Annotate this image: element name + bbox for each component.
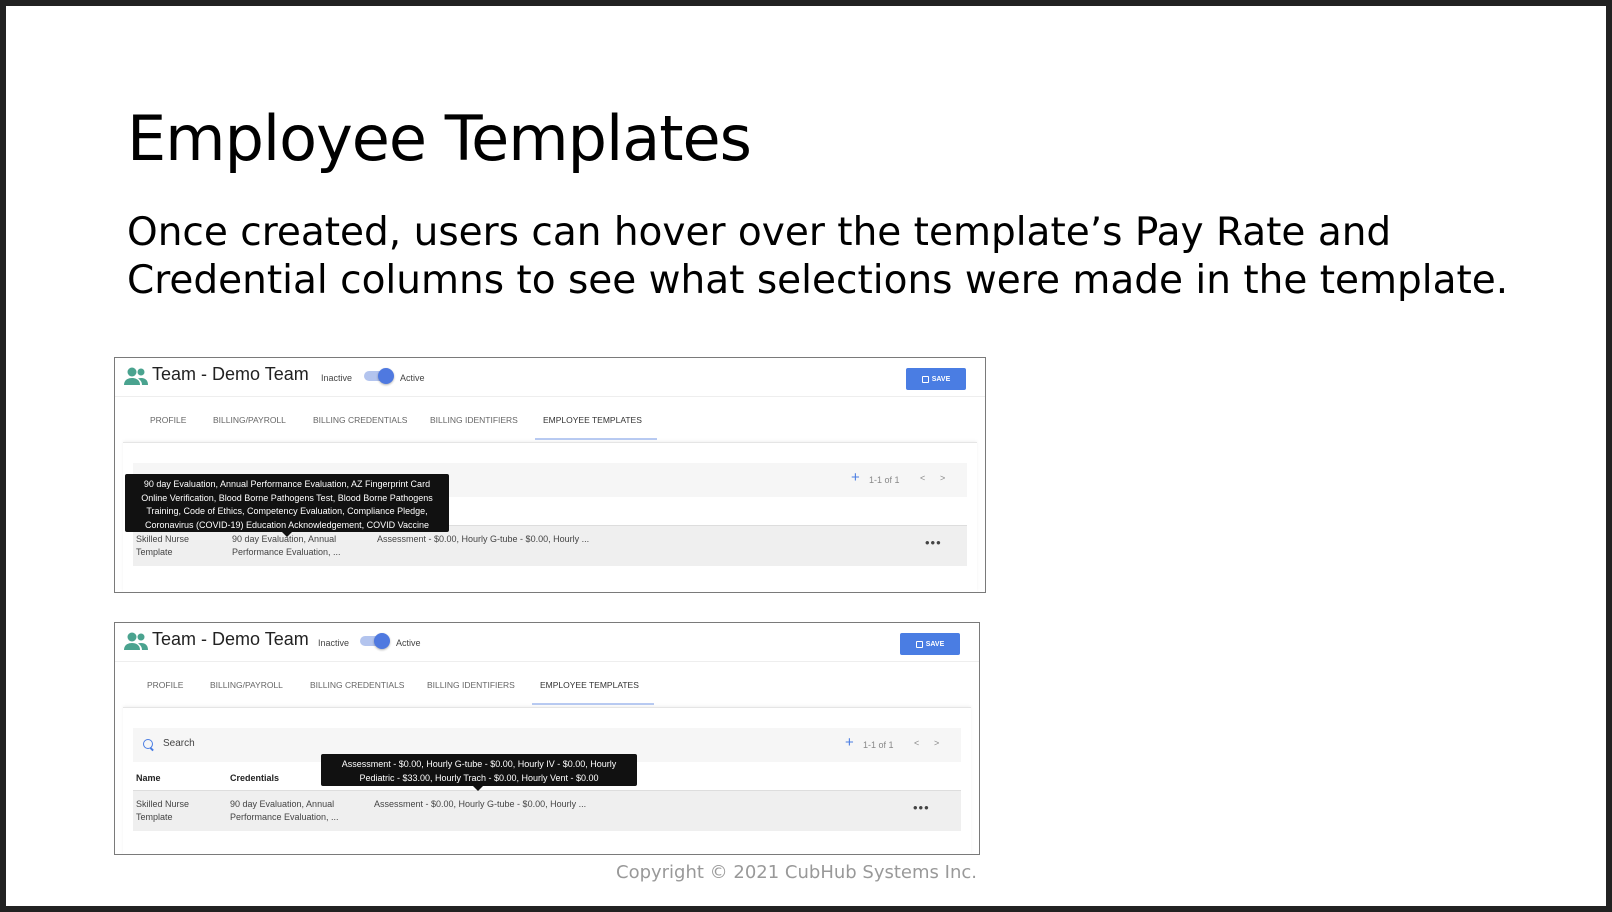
- save-button[interactable]: SAVE: [906, 368, 966, 390]
- tab-profile[interactable]: PROFILE: [150, 415, 186, 425]
- tab-employee-templates[interactable]: EMPLOYEE TEMPLATES: [543, 415, 642, 425]
- team-icon: [124, 367, 148, 385]
- save-button[interactable]: SAVE: [900, 633, 960, 655]
- tab-billing-credentials[interactable]: BILLING CREDENTIALS: [310, 680, 404, 690]
- screenshot-payrate-hover: Team - Demo Team Inactive Active SAVE PR…: [114, 622, 980, 855]
- next-page-button[interactable]: >: [940, 473, 945, 483]
- credentials-tooltip: 90 day Evaluation, Annual Performance Ev…: [125, 474, 449, 537]
- tab-billing-identifiers[interactable]: BILLING IDENTIFIERS: [430, 415, 518, 425]
- column-header-name: Name: [136, 773, 161, 783]
- tab-employee-templates[interactable]: EMPLOYEE TEMPLATES: [540, 680, 639, 690]
- tab-bar: PROFILE BILLING/PAYROLL BILLING CREDENTI…: [115, 661, 979, 705]
- next-page-button[interactable]: >: [934, 738, 939, 748]
- active-tab-indicator: [535, 438, 657, 440]
- row-pay-rates[interactable]: Assessment - $0.00, Hourly G-tube - $0.0…: [374, 798, 586, 811]
- pay-rate-tooltip: Assessment - $0.00, Hourly G-tube - $0.0…: [321, 754, 637, 791]
- row-name: Skilled Nurse Template: [136, 534, 190, 557]
- active-label: Active: [400, 373, 425, 383]
- screenshot-credentials-hover: Team - Demo Team Inactive Active SAVE PR…: [114, 357, 986, 593]
- add-icon[interactable]: +: [845, 734, 854, 751]
- tab-bar: PROFILE BILLING/PAYROLL BILLING CREDENTI…: [115, 396, 985, 440]
- tab-billing-payroll[interactable]: BILLING/PAYROLL: [213, 415, 286, 425]
- inactive-label: Inactive: [318, 638, 350, 648]
- row-name: Skilled Nurse Template: [136, 799, 190, 822]
- team-title: Team - Demo Team: [152, 364, 309, 384]
- pager-text: 1-1 of 1: [863, 740, 894, 750]
- save-icon: [915, 640, 923, 648]
- table-row[interactable]: Skilled Nurse Template 90 day Evaluation…: [133, 790, 961, 831]
- column-header-credentials: Credentials: [230, 773, 280, 783]
- tab-billing-credentials[interactable]: BILLING CREDENTIALS: [313, 415, 407, 425]
- prev-page-button[interactable]: <: [914, 738, 919, 748]
- copyright-footer: Copyright © 2021 CubHub Systems Inc.: [616, 862, 977, 883]
- slide-body: Once created, users can hover over the t…: [127, 210, 1509, 303]
- tab-billing-identifiers[interactable]: BILLING IDENTIFIERS: [427, 680, 515, 690]
- search-icon: [143, 739, 153, 749]
- toggle-knob: [378, 368, 394, 384]
- save-icon: [921, 375, 929, 383]
- pager-text: 1-1 of 1: [869, 475, 900, 485]
- row-menu-button[interactable]: •••: [913, 800, 930, 815]
- active-toggle[interactable]: [364, 368, 394, 384]
- toggle-knob: [374, 633, 390, 649]
- active-label: Active: [396, 638, 421, 648]
- tab-billing-payroll[interactable]: BILLING/PAYROLL: [210, 680, 283, 690]
- row-credentials[interactable]: 90 day Evaluation, Annual Performance Ev…: [230, 798, 339, 824]
- add-icon[interactable]: +: [851, 469, 860, 486]
- active-tab-indicator: [532, 703, 654, 705]
- active-toggle[interactable]: [360, 633, 390, 649]
- search-input[interactable]: Search: [163, 738, 195, 749]
- team-header: Team - Demo Team Inactive Active SAVE: [115, 623, 979, 662]
- slide: Employee Templates Once created, users c…: [6, 6, 1606, 906]
- team-header: Team - Demo Team Inactive Active SAVE: [115, 358, 985, 397]
- row-pay-rates[interactable]: Assessment - $0.00, Hourly G-tube - $0.0…: [377, 533, 589, 546]
- team-title: Team - Demo Team: [152, 629, 309, 649]
- slide-title: Employee Templates: [127, 102, 752, 175]
- inactive-label: Inactive: [321, 373, 353, 383]
- team-icon: [124, 632, 148, 650]
- tab-profile[interactable]: PROFILE: [147, 680, 183, 690]
- row-menu-button[interactable]: •••: [925, 535, 942, 550]
- prev-page-button[interactable]: <: [920, 473, 925, 483]
